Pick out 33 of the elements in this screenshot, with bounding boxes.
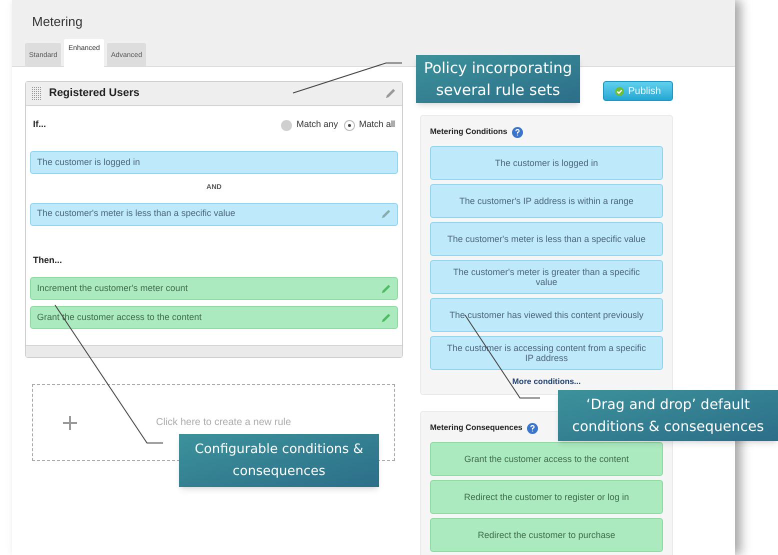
pencil-icon[interactable] [381, 209, 391, 219]
radio-option[interactable]: Match any [281, 118, 338, 132]
window-title: Metering [32, 13, 83, 31]
callout: ‘Drag and drop’ default conditions & consequences [558, 390, 778, 441]
if-label: If... [33, 118, 47, 132]
new-rule-hint: Click here to create a new rule [156, 416, 292, 430]
drag-handle-icon[interactable] [32, 86, 41, 100]
consequence-row[interactable]: Increment the customer's meter count [30, 277, 398, 300]
pencil-icon[interactable] [385, 88, 396, 99]
condition-tile[interactable]: The customer's IP address is within a range [430, 184, 663, 218]
help-icon[interactable] [527, 422, 538, 434]
condition-tile[interactable]: The customer's meter is greater than a specific value [430, 260, 663, 294]
consequence-tile[interactable]: Grant the customer access to the content [430, 442, 663, 476]
condition-row[interactable]: The customer is logged in [30, 151, 398, 174]
callout: Policy incorporating several rule sets [416, 55, 580, 103]
panel-title: Metering Consequences [430, 422, 522, 434]
condition-tile[interactable]: The customer has viewed this content previously [430, 298, 663, 332]
rule-title: Registered Users [49, 86, 140, 102]
help-icon[interactable] [512, 126, 524, 138]
radio-option[interactable]: Match all [344, 118, 395, 132]
condition-tile[interactable]: The customer's meter is less than a specific value [430, 222, 663, 256]
callout: Configurable conditions & consequences [179, 434, 379, 487]
plus-icon [63, 416, 77, 430]
panel-title: Metering Conditions [430, 126, 508, 138]
then-label: Then... [33, 254, 62, 266]
pencil-icon[interactable] [381, 312, 391, 322]
consequence-tile[interactable]: Redirect the customer to purchase [430, 518, 663, 552]
condition-row[interactable]: The customer's meter is less than a specific value [30, 202, 398, 226]
consequence-tile[interactable]: Redirect the customer to register or log in [430, 480, 663, 514]
condition-tile[interactable]: The customer is logged in [430, 146, 663, 180]
pencil-icon[interactable] [381, 284, 391, 294]
more-conditions-link[interactable]: More conditions... [512, 376, 581, 388]
check-icon [615, 86, 624, 96]
